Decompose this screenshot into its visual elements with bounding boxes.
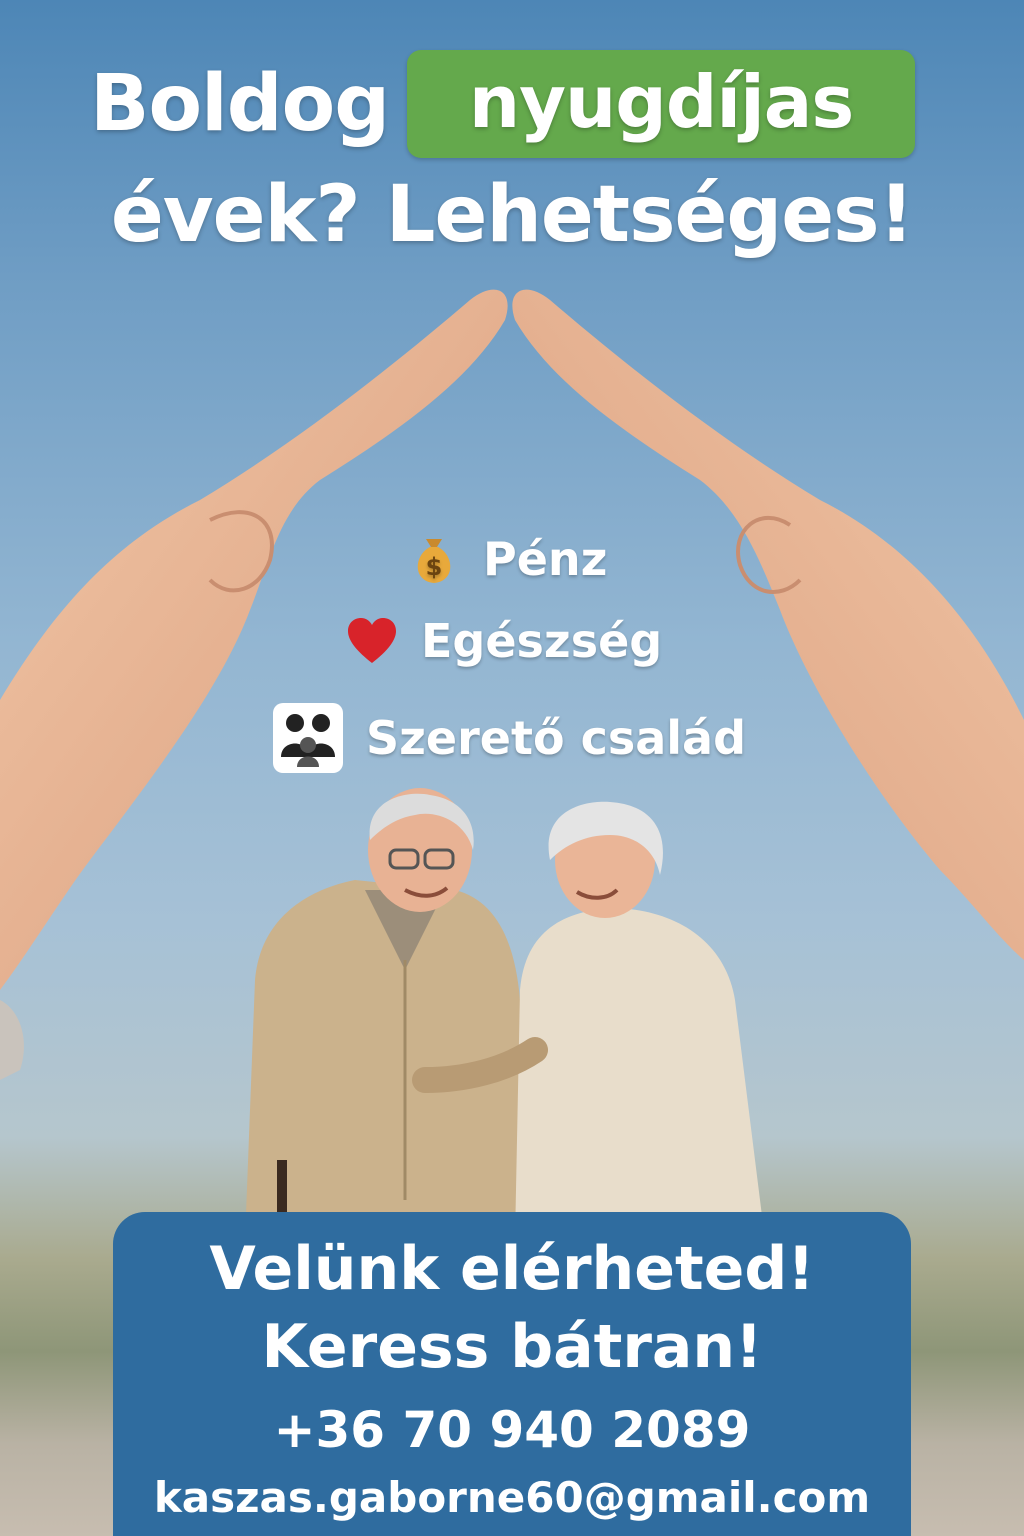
benefit-item-szereto-csalad: Szerető család <box>270 700 746 776</box>
benefit-label: Egészség <box>421 614 663 668</box>
cta-box: Velünk elérheted! Keress bátran! +36 70 … <box>113 1212 911 1536</box>
phone-number[interactable]: +36 70 940 2089 <box>113 1400 911 1460</box>
headline: Boldog nyugdíjas évek? Lehetséges! <box>0 0 1024 260</box>
headline-line-2: évek? Lehetséges! <box>110 170 914 260</box>
benefit-label: Pénz <box>483 532 608 586</box>
heart-icon <box>343 612 401 670</box>
email-address[interactable]: kaszas.gaborne60@gmail.com <box>113 1472 911 1524</box>
benefit-label: Szerető család <box>366 711 747 765</box>
svg-text:$: $ <box>426 553 443 581</box>
cta-headline: Velünk elérheted! <box>209 1234 815 1304</box>
poster: Boldog nyugdíjas évek? Lehetséges! $ Pén… <box>0 0 1024 1536</box>
cta-subheadline: Keress bátran! <box>261 1312 763 1382</box>
family-icon <box>270 700 346 776</box>
benefit-item-penz: $ Pénz <box>405 530 607 588</box>
headline-highlight-badge: nyugdíjas <box>407 50 916 158</box>
headline-line-1: Boldog nyugdíjas <box>90 50 916 158</box>
headline-word-boldog: Boldog <box>90 59 390 149</box>
benefit-item-egeszseg: Egészség <box>343 612 662 670</box>
elderly-couple-image <box>245 788 765 1240</box>
money-bag-icon: $ <box>405 530 463 588</box>
